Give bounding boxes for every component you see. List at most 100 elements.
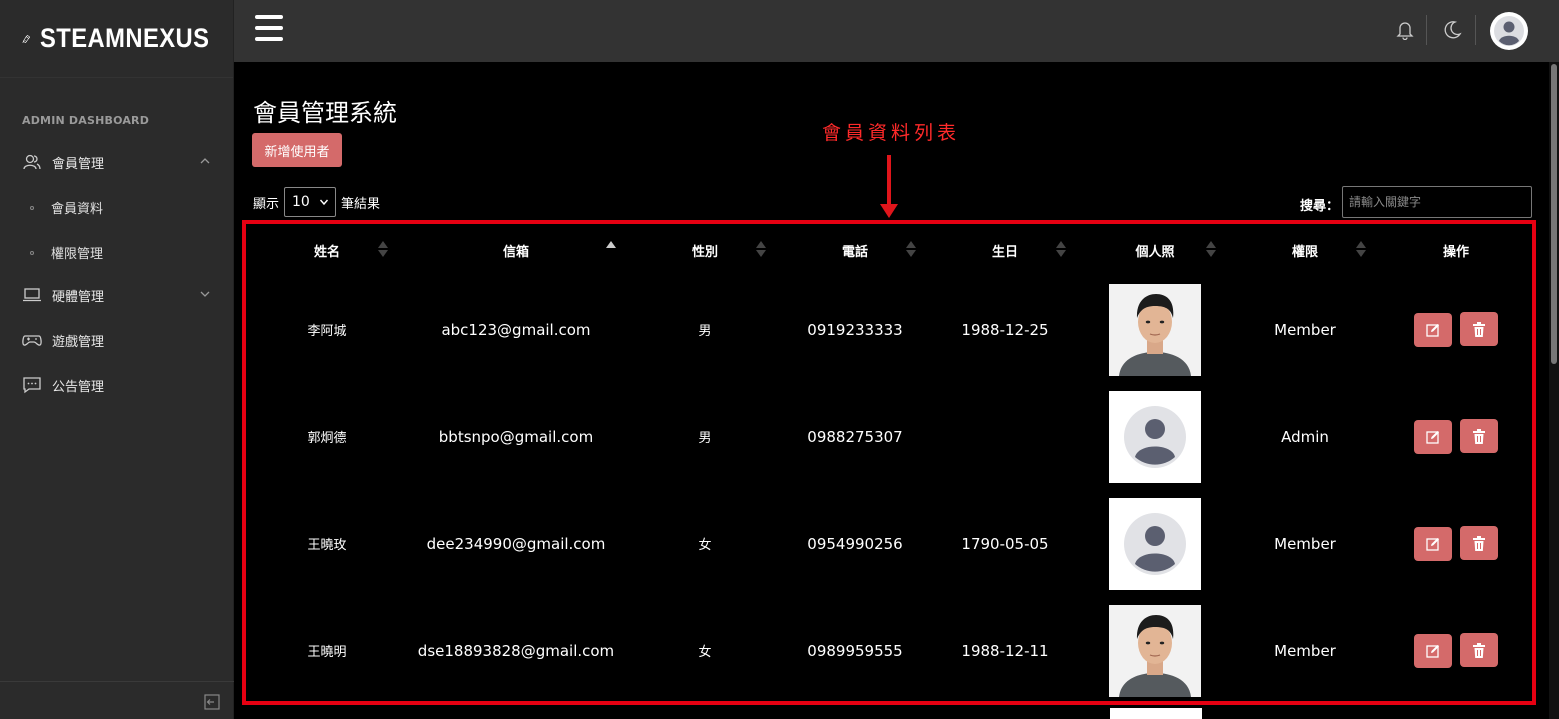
delete-button[interactable]	[1460, 419, 1499, 454]
show-prefix-label: 顯示	[253, 196, 280, 212]
cell-role: Member	[1274, 534, 1336, 553]
member-table-highlight: 姓名 信箱 性別 電話 生日 個人照 權限 操作 李阿城 abc123@gmai…	[242, 220, 1536, 705]
sidebar-item-member-management[interactable]: 會員管理	[22, 151, 217, 173]
portrait-photo	[1109, 604, 1201, 697]
search-input[interactable]	[1342, 186, 1532, 218]
bell-icon[interactable]	[1396, 20, 1414, 40]
sidebar-item-announcement-management[interactable]: 公告管理	[22, 374, 217, 396]
edit-icon	[1425, 323, 1439, 337]
edit-icon	[1425, 430, 1439, 444]
column-header-photo[interactable]: 個人照	[1080, 224, 1230, 276]
search-label: 搜尋：	[1300, 199, 1340, 214]
table-row: 王曉玫 dee234990@gmail.com 女 0954990256 179…	[252, 490, 1532, 597]
sidebar-section-title: ADMIN DASHBOARD	[22, 114, 150, 127]
column-header-actions: 操作	[1442, 244, 1469, 260]
sidebar-subitem-member-data[interactable]: 會員資料	[30, 198, 103, 217]
sort-icon	[1356, 241, 1366, 259]
delete-button[interactable]	[1460, 633, 1499, 668]
topbar	[234, 0, 1559, 62]
collapse-sidebar-icon[interactable]	[204, 694, 220, 710]
sort-asc-icon	[606, 241, 616, 259]
page-size-select[interactable]: 10	[284, 187, 337, 217]
annotation-arrow	[887, 155, 891, 207]
cell-role: Member	[1274, 641, 1336, 660]
cell-name: 郭炯德	[307, 431, 347, 446]
cell-name: 王曉明	[307, 645, 347, 660]
cell-name: 李阿城	[307, 324, 347, 339]
edit-icon	[1425, 537, 1439, 551]
edit-button[interactable]	[1413, 312, 1452, 347]
annotation-arrow-head	[880, 204, 898, 218]
column-header-phone[interactable]: 電話	[780, 224, 930, 276]
brand[interactable]: STEAMNEXUS	[0, 0, 233, 78]
column-header-name[interactable]: 姓名	[252, 224, 402, 276]
column-header-gender[interactable]: 性別	[630, 224, 780, 276]
delete-button[interactable]	[1460, 312, 1499, 347]
user-avatar[interactable]	[1490, 12, 1528, 50]
gamepad-icon	[22, 330, 42, 350]
chevron-down-icon	[200, 291, 210, 297]
cell-birthday: 1988-12-11	[961, 641, 1049, 660]
divider	[1426, 15, 1427, 45]
cell-role: Member	[1274, 320, 1336, 339]
chevron-up-icon	[200, 158, 210, 164]
page-scrollbar[interactable]	[1549, 62, 1559, 719]
menu-toggle-icon[interactable]	[255, 15, 283, 45]
trash-icon	[1473, 642, 1486, 658]
sidebar-subitem-label: 會員資料	[51, 202, 104, 217]
bullet-icon	[30, 205, 34, 210]
edit-button[interactable]	[1413, 526, 1452, 561]
bullet-icon	[30, 250, 34, 255]
portrait-photo	[1109, 283, 1201, 376]
sidebar-item-label: 硬體管理	[52, 289, 105, 305]
add-user-button[interactable]: 新增使用者	[252, 133, 342, 167]
user-icon	[1494, 16, 1524, 46]
show-suffix-label: 筆結果	[341, 196, 381, 212]
column-header-email[interactable]: 信箱	[402, 224, 630, 276]
cell-photo	[1080, 490, 1230, 597]
trash-icon	[1473, 321, 1486, 337]
sidebar-footer	[0, 681, 234, 719]
cell-email: abc123@gmail.com	[441, 320, 591, 339]
sidebar-item-label: 公告管理	[52, 379, 105, 395]
cell-email: dse18893828@gmail.com	[417, 641, 615, 660]
sidebar-item-label: 遊戲管理	[52, 334, 105, 350]
sidebar-item-hardware-management[interactable]: 硬體管理	[22, 284, 217, 306]
next-row-photo-partial	[1110, 708, 1202, 719]
cell-gender: 女	[698, 538, 712, 553]
laptop-icon	[22, 285, 42, 305]
cell-actions	[1380, 597, 1532, 701]
cell-actions	[1380, 490, 1532, 597]
sort-icon	[1206, 241, 1216, 259]
cell-phone: 0988275307	[807, 427, 903, 446]
default-avatar-icon	[1109, 497, 1201, 590]
default-avatar-icon	[1109, 390, 1201, 483]
annotation-label: 會員資料列表	[822, 122, 961, 144]
page-size-control: 顯示 10 筆結果	[253, 187, 380, 217]
edit-button[interactable]	[1413, 419, 1452, 454]
cell-photo	[1080, 383, 1230, 490]
table-row: 郭炯德 bbtsnpo@gmail.com 男 0988275307 Admin	[252, 383, 1532, 490]
sidebar-item-game-management[interactable]: 遊戲管理	[22, 329, 217, 351]
sidebar: STEAMNEXUS ADMIN DASHBOARD 會員管理 會員資料 權限管…	[0, 0, 234, 719]
column-header-role[interactable]: 權限	[1230, 224, 1380, 276]
cell-phone: 0954990256	[807, 534, 903, 553]
cell-gender: 女	[698, 645, 712, 660]
delete-button[interactable]	[1460, 526, 1499, 561]
chevron-down-icon	[319, 199, 329, 206]
cell-gender: 男	[698, 431, 712, 446]
users-icon	[22, 152, 42, 172]
column-header-birthday[interactable]: 生日	[930, 224, 1080, 276]
sidebar-item-label: 會員管理	[52, 156, 105, 172]
brand-name: STEAMNEXUS	[40, 23, 210, 53]
cell-name: 王曉玫	[307, 538, 347, 553]
edit-button[interactable]	[1413, 633, 1452, 668]
sidebar-subitem-permissions[interactable]: 權限管理	[30, 243, 103, 262]
cell-actions	[1380, 383, 1532, 490]
moon-icon[interactable]	[1442, 20, 1462, 40]
cell-actions	[1380, 276, 1532, 383]
table-header-row: 姓名 信箱 性別 電話 生日 個人照 權限 操作	[252, 224, 1532, 276]
cell-email: bbtsnpo@gmail.com	[438, 427, 594, 446]
page-size-value: 10	[292, 194, 310, 210]
page-title: 會員管理系統	[253, 99, 397, 127]
